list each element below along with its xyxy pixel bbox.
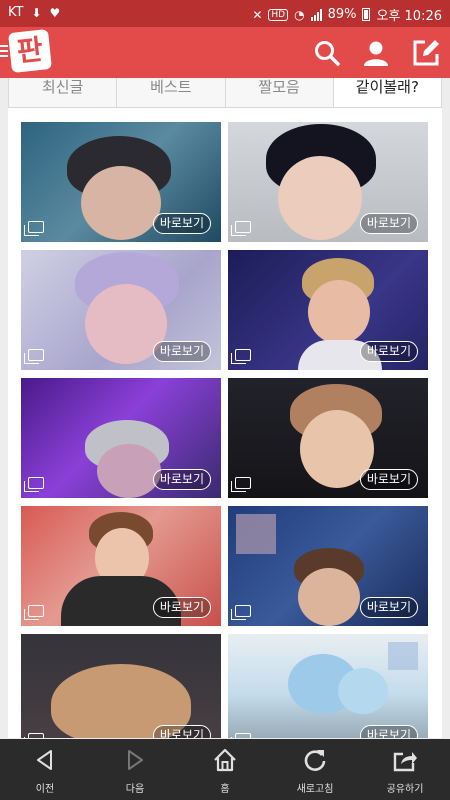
write-button[interactable] bbox=[411, 38, 441, 68]
view-button[interactable]: 바로보기 bbox=[152, 469, 211, 490]
carrier-label: KT bbox=[8, 5, 24, 20]
heart-icon: ♥ bbox=[49, 5, 61, 20]
share-icon bbox=[393, 752, 417, 772]
home-icon bbox=[214, 748, 236, 772]
forward-label: 다음 bbox=[125, 784, 145, 795]
home-button[interactable]: 홈 bbox=[180, 739, 270, 800]
share-button[interactable]: 공유하기 bbox=[360, 739, 450, 800]
forward-button[interactable]: 다음 bbox=[90, 739, 180, 800]
search-button[interactable] bbox=[312, 38, 342, 68]
gallery-icon bbox=[24, 221, 44, 236]
app-logo[interactable]: 판 bbox=[8, 29, 52, 73]
view-button[interactable]: 바로보기 bbox=[152, 725, 211, 738]
mute-icon: ✕ bbox=[252, 7, 263, 22]
image-card[interactable]: 바로보기 bbox=[21, 122, 221, 242]
battery-percent: 89% bbox=[327, 7, 357, 22]
view-button[interactable]: 바로보기 bbox=[152, 597, 211, 618]
forward-arrow-icon bbox=[128, 750, 143, 770]
back-arrow-icon bbox=[37, 750, 52, 770]
gallery-icon bbox=[231, 221, 251, 236]
image-card[interactable]: 바로보기 bbox=[21, 634, 221, 738]
edit-icon bbox=[413, 40, 439, 66]
download-icon: ⬇ bbox=[31, 5, 42, 20]
tab-best[interactable]: 베스트 bbox=[117, 78, 226, 107]
image-card[interactable]: 바로보기 bbox=[228, 506, 428, 626]
tab-clips[interactable]: 짤모음 bbox=[226, 78, 334, 107]
image-card[interactable]: 바로보기 bbox=[21, 250, 221, 370]
menu-icon[interactable] bbox=[0, 45, 8, 59]
image-card[interactable]: 바로보기 bbox=[228, 634, 428, 738]
back-label: 이전 bbox=[35, 784, 55, 795]
search-icon bbox=[315, 41, 340, 66]
app-header: 판 bbox=[0, 27, 450, 78]
gallery-icon bbox=[24, 733, 44, 738]
tab-latest[interactable]: 최신글 bbox=[9, 78, 118, 107]
gallery-icon bbox=[24, 605, 44, 620]
gallery-icon bbox=[231, 605, 251, 620]
hd-badge: HD bbox=[268, 8, 289, 21]
view-button[interactable]: 바로보기 bbox=[359, 597, 418, 618]
wifi-icon: ◔ bbox=[294, 7, 305, 22]
image-gallery-panel: 바로보기 바로보기 바로보기 바로보기 바로보기 바로보기 바로보기 바로보기 … bbox=[8, 108, 442, 738]
image-card[interactable]: 바로보기 bbox=[21, 378, 221, 498]
view-button[interactable]: 바로보기 bbox=[152, 213, 211, 234]
image-card[interactable]: 바로보기 bbox=[228, 378, 428, 498]
share-label: 공유하기 bbox=[386, 784, 424, 795]
user-icon bbox=[364, 41, 388, 66]
browser-bottom-nav: 이전 다음 홈 새로고침 공유하기 bbox=[0, 739, 450, 800]
image-card[interactable]: 바로보기 bbox=[21, 506, 221, 626]
view-button[interactable]: 바로보기 bbox=[359, 725, 418, 738]
gallery-icon bbox=[231, 477, 251, 492]
profile-button[interactable] bbox=[361, 38, 391, 68]
tab-watch-together[interactable]: 같이볼래? bbox=[333, 78, 441, 107]
gallery-icon bbox=[231, 733, 251, 738]
refresh-label: 새로고침 bbox=[296, 784, 334, 795]
view-button[interactable]: 바로보기 bbox=[152, 341, 211, 362]
refresh-icon bbox=[304, 750, 326, 771]
signal-icon bbox=[310, 8, 322, 21]
image-card[interactable]: 바로보기 bbox=[228, 122, 428, 242]
back-button[interactable]: 이전 bbox=[0, 739, 90, 800]
image-card[interactable]: 바로보기 bbox=[228, 250, 428, 370]
view-button[interactable]: 바로보기 bbox=[359, 341, 418, 362]
view-button[interactable]: 바로보기 bbox=[359, 469, 418, 490]
refresh-button[interactable]: 새로고침 bbox=[270, 739, 360, 800]
battery-icon bbox=[362, 8, 371, 21]
home-label: 홈 bbox=[220, 784, 230, 795]
gallery-icon bbox=[231, 349, 251, 364]
status-bar: KT ⬇ ♥ ✕ HD ◔ 89% 오후 10:26 bbox=[0, 0, 450, 27]
clock: 오후 10:26 bbox=[376, 9, 442, 24]
gallery-icon bbox=[24, 349, 44, 364]
view-button[interactable]: 바로보기 bbox=[359, 213, 418, 234]
category-tabs: 최신글 베스트 짤모음 같이볼래? bbox=[8, 78, 442, 108]
gallery-icon bbox=[24, 477, 44, 492]
